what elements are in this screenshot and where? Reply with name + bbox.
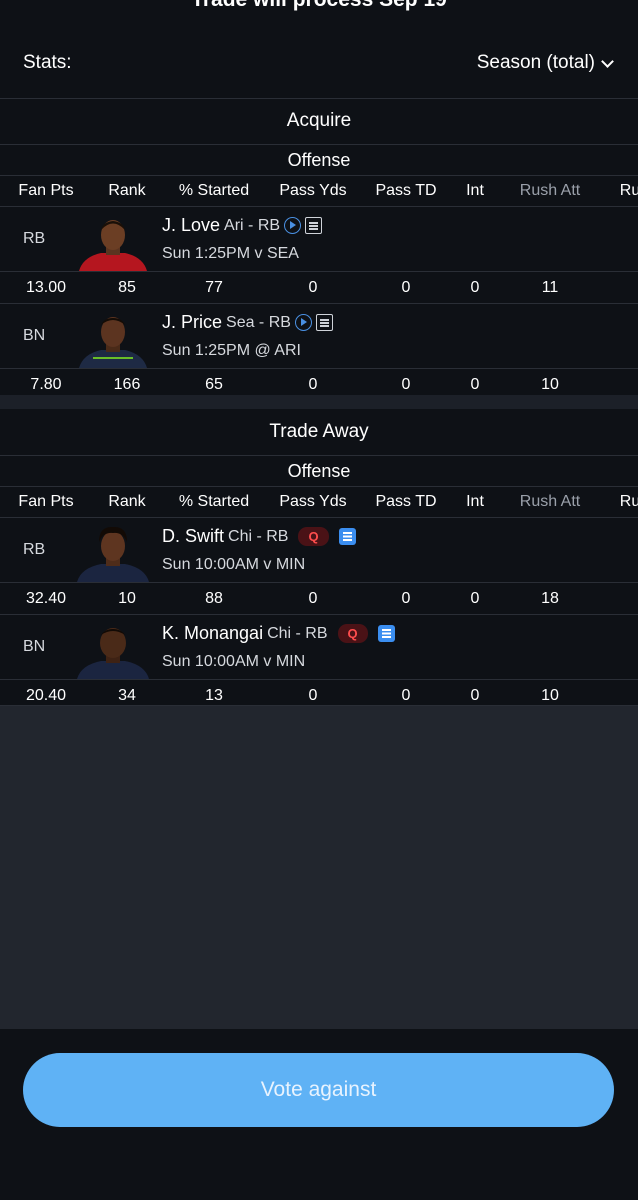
col-pct-started[interactable]: % Started	[179, 182, 249, 200]
section-title: Trade Away	[0, 409, 638, 456]
stat-int: 0	[470, 687, 480, 704]
player-team: Chi - RB	[267, 624, 328, 642]
stat-rank: 85	[118, 279, 136, 296]
col-rank[interactable]: Rank	[108, 493, 145, 511]
questionable-badge: Q	[337, 624, 368, 643]
col-rush-yds-partial[interactable]: Ru	[620, 493, 638, 511]
player-team: Ari - RB	[224, 216, 281, 234]
player-team: Chi - RB	[228, 527, 289, 545]
col-rank[interactable]: Rank	[108, 182, 145, 200]
col-rush-att[interactable]: Rush Att	[520, 182, 580, 200]
player-notes-icon[interactable]	[315, 314, 333, 331]
col-pass-td[interactable]: Pass TD	[375, 493, 436, 511]
stats-bar: Stats: Season (total)	[0, 30, 638, 99]
stats-period-value: Season (total)	[476, 52, 595, 73]
col-fan-pts[interactable]: Fan Pts	[18, 182, 73, 200]
play-video-icon[interactable]	[284, 217, 302, 234]
col-pass-td[interactable]: Pass TD	[375, 182, 436, 200]
stat-fan-pts: 13.00	[25, 279, 67, 296]
col-pct-started[interactable]: % Started	[179, 493, 249, 511]
stat-pct-started: 65	[205, 376, 223, 393]
player-name-line: J. Love Ari - RB	[162, 215, 323, 236]
stat-pass-td: 0	[401, 376, 411, 393]
stat-rush-att: 10	[541, 687, 559, 704]
player-name[interactable]: K. Monangai	[162, 623, 263, 644]
section-title: Acquire	[0, 98, 638, 145]
stat-rank: 10	[118, 590, 136, 607]
acquire-section: Acquire Offense Fan Pts Rank % Started P…	[0, 98, 638, 401]
player-name[interactable]: D. Swift	[162, 526, 224, 547]
stat-rush-att: 18	[541, 590, 559, 607]
stat-int: 0	[470, 376, 480, 393]
player-name-line: D. Swift Chi - RB Q	[162, 526, 356, 547]
game-info: Sun 1:25PM @ ARI	[162, 342, 301, 359]
player-row[interactable]: BN J. Price Sea - RB Sun 1:25PM @ ARI	[0, 304, 638, 369]
stat-fan-pts: 20.40	[25, 687, 67, 704]
stat-pct-started: 77	[205, 279, 223, 296]
player-row[interactable]: RB J. Love Ari - RB Sun 1:25PM v SEA	[0, 207, 638, 272]
col-rush-yds-partial[interactable]: Ru	[620, 182, 638, 200]
stat-pass-yds: 0	[308, 590, 318, 607]
section-divider	[0, 395, 638, 409]
col-int[interactable]: Int	[466, 493, 484, 511]
player-news-icon[interactable]	[377, 625, 395, 642]
stat-pass-td: 0	[401, 279, 411, 296]
vote-against-button[interactable]: Vote against	[23, 1053, 614, 1127]
game-info: Sun 1:25PM v SEA	[162, 245, 299, 262]
group-title: Offense	[0, 145, 638, 176]
player-news-icon[interactable]	[338, 528, 356, 545]
stat-pass-td: 0	[401, 687, 411, 704]
trade-process-title: Trade will process Sep 19	[0, 0, 638, 12]
chevron-down-icon	[601, 54, 614, 68]
stat-pass-yds: 0	[308, 687, 318, 704]
player-row[interactable]: RB D. Swift Chi - RB Q Sun 10:00AM v MIN	[0, 518, 638, 583]
player-name[interactable]: J. Love	[162, 215, 220, 236]
col-rush-att[interactable]: Rush Att	[520, 493, 580, 511]
player-name-line: K. Monangai Chi - RB Q	[162, 623, 395, 644]
roster-position: RB	[23, 541, 46, 558]
play-video-icon[interactable]	[294, 314, 312, 331]
player-stats-row: 32.40 10 88 0 0 0 18	[0, 583, 638, 615]
stat-fan-pts: 7.80	[30, 376, 62, 393]
stat-rank: 34	[118, 687, 136, 704]
roster-position: BN	[23, 638, 46, 655]
stat-int: 0	[470, 590, 480, 607]
stat-pass-td: 0	[401, 590, 411, 607]
game-info: Sun 10:00AM v MIN	[162, 653, 306, 670]
col-int[interactable]: Int	[466, 182, 484, 200]
stats-period-select[interactable]: Season (total)	[476, 52, 614, 74]
player-avatar	[75, 524, 151, 582]
questionable-badge: Q	[298, 527, 329, 546]
roster-position: BN	[23, 327, 46, 344]
player-notes-icon[interactable]	[305, 217, 323, 234]
column-headers: Fan Pts Rank % Started Pass Yds Pass TD …	[0, 487, 638, 518]
game-info: Sun 10:00AM v MIN	[162, 556, 306, 573]
empty-content-area	[0, 705, 638, 1029]
stat-pct-started: 88	[205, 590, 223, 607]
stats-label: Stats:	[23, 52, 72, 73]
column-headers: Fan Pts Rank % Started Pass Yds Pass TD …	[0, 176, 638, 207]
col-pass-yds[interactable]: Pass Yds	[279, 182, 346, 200]
group-title: Offense	[0, 456, 638, 487]
player-stats-row: 13.00 85 77 0 0 0 11	[0, 272, 638, 304]
player-avatar	[75, 310, 151, 368]
col-pass-yds[interactable]: Pass Yds	[279, 493, 346, 511]
stat-pct-started: 13	[205, 687, 223, 704]
player-avatar	[75, 621, 151, 679]
player-row[interactable]: BN K. Monangai Chi - RB Q Sun 10:00AM v …	[0, 615, 638, 680]
player-team: Sea - RB	[226, 313, 291, 331]
stat-int: 0	[470, 279, 480, 296]
player-name-line: J. Price Sea - RB	[162, 312, 333, 333]
player-avatar	[75, 213, 151, 271]
stat-fan-pts: 32.40	[25, 590, 67, 607]
trade-away-section: Trade Away Offense Fan Pts Rank % Starte…	[0, 409, 638, 712]
stat-rush-att: 11	[541, 279, 559, 296]
roster-position: RB	[23, 230, 46, 247]
stat-rank: 166	[113, 376, 141, 393]
stat-pass-yds: 0	[308, 279, 318, 296]
col-fan-pts[interactable]: Fan Pts	[18, 493, 73, 511]
player-name[interactable]: J. Price	[162, 312, 222, 333]
stat-pass-yds: 0	[308, 376, 318, 393]
stat-rush-att: 10	[541, 376, 559, 393]
